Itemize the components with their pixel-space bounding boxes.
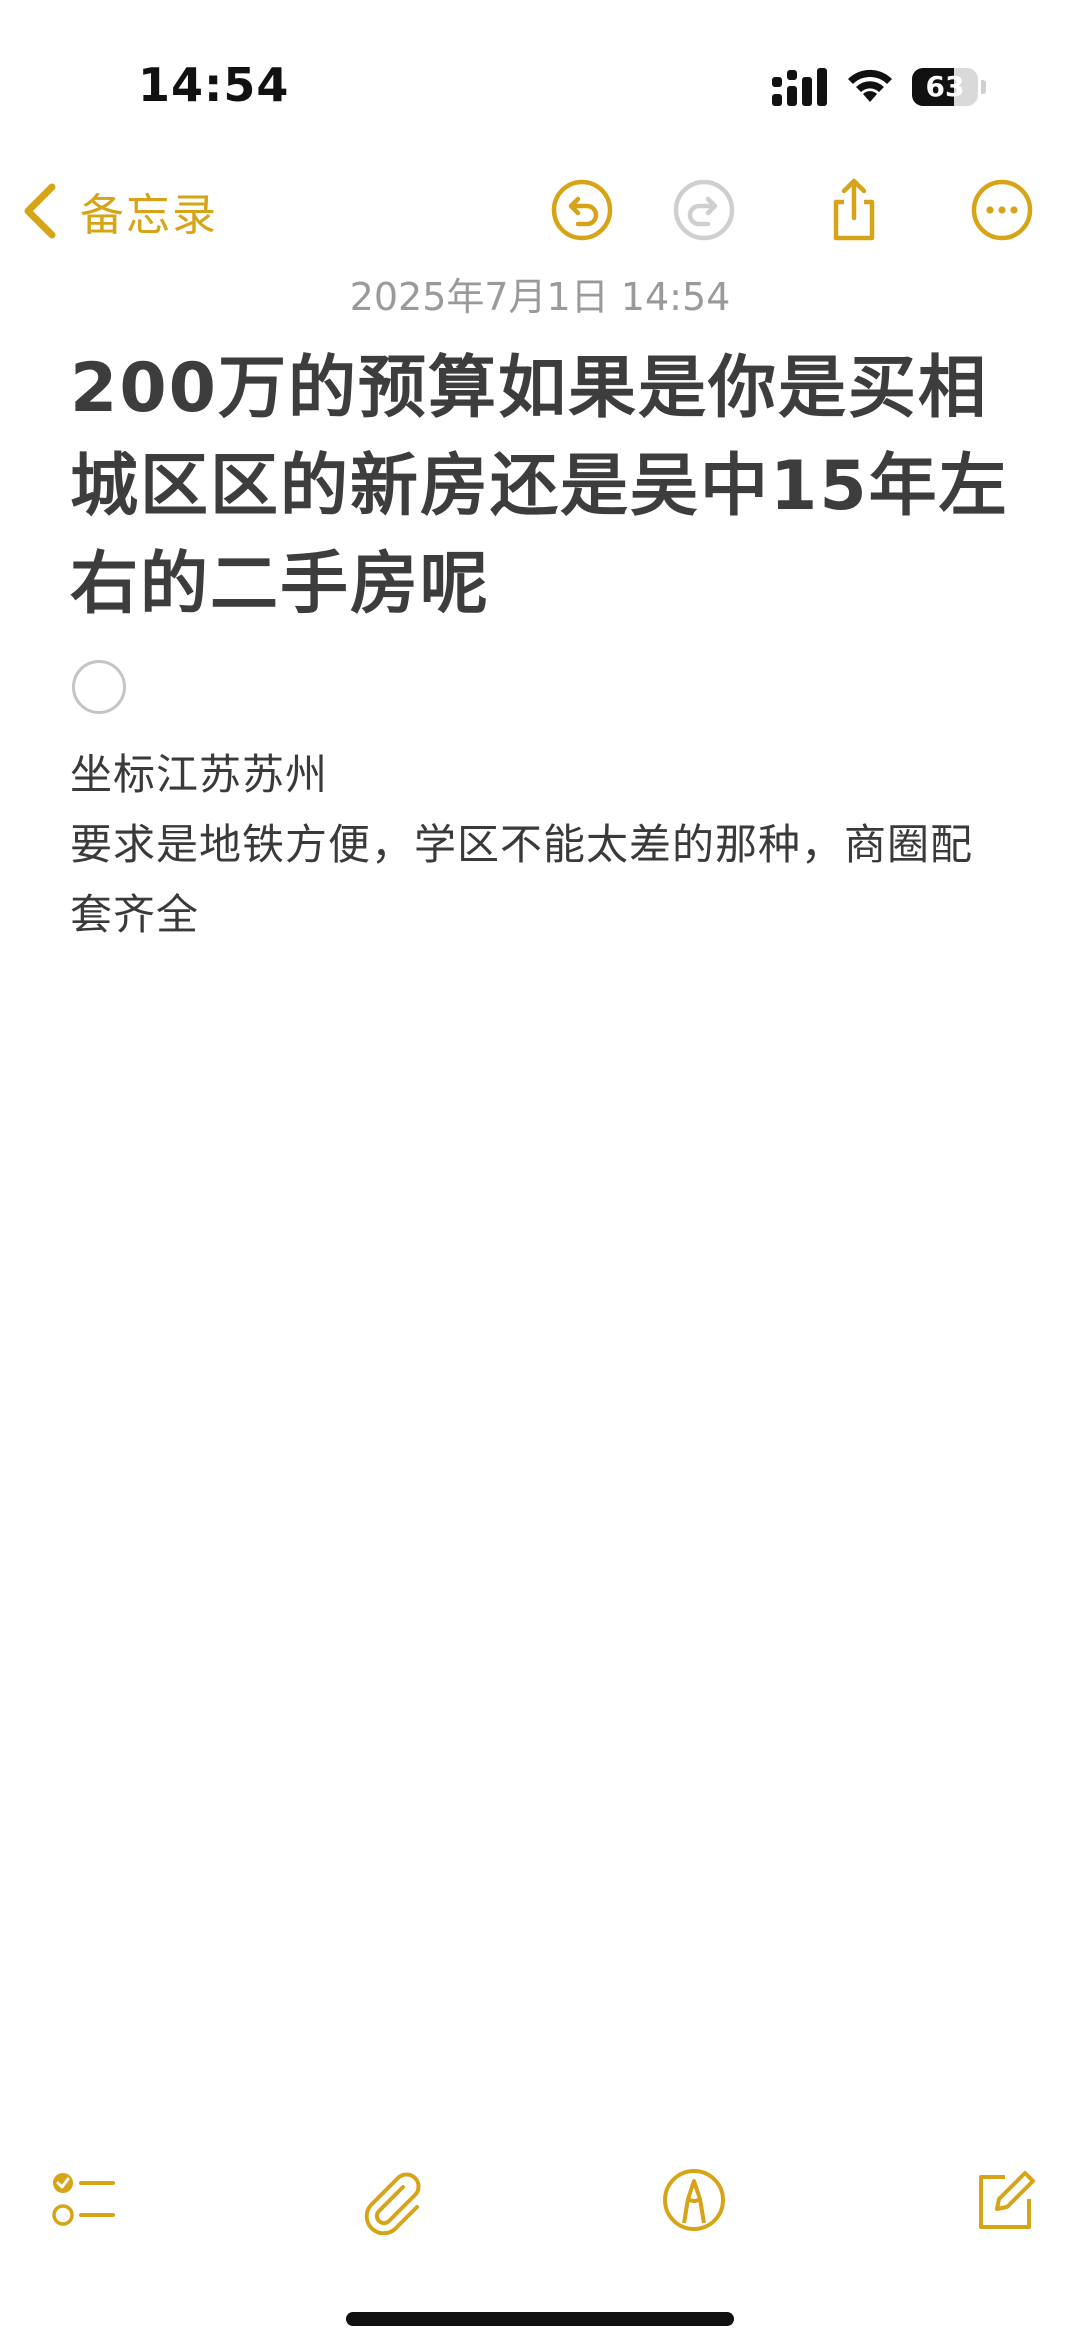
wifi-icon bbox=[848, 69, 892, 102]
note-title[interactable]: 200万的预算如果是你是买相城区区的新房还是吴中15年左右的二手房呢 bbox=[70, 340, 1010, 634]
more-button[interactable] bbox=[964, 170, 1040, 250]
markup-button[interactable] bbox=[654, 2160, 734, 2240]
home-indicator[interactable] bbox=[346, 2312, 734, 2326]
battery-indicator: 63 bbox=[912, 68, 988, 106]
checklist-checkbox[interactable] bbox=[72, 660, 126, 714]
compose-icon bbox=[979, 2171, 1035, 2229]
note-body-line: 要求是地铁方便，学区不能太差的那种，商圈配套齐全 bbox=[70, 820, 974, 939]
cellular-signal-icon bbox=[772, 68, 827, 106]
note-date: 2025年7月1日 14:54 bbox=[349, 275, 731, 319]
battery-cap bbox=[981, 80, 986, 94]
status-bar: 14:54 63 bbox=[0, 0, 1080, 170]
attachment-button[interactable] bbox=[352, 2160, 432, 2240]
redo-button[interactable] bbox=[666, 170, 742, 250]
more-icon bbox=[971, 179, 1033, 241]
note-body[interactable]: 坐标江苏苏州 要求是地铁方便，学区不能太差的那种，商圈配套齐全 bbox=[70, 740, 1010, 950]
status-time: 14:54 bbox=[138, 58, 290, 112]
paperclip-icon bbox=[364, 2172, 421, 2235]
checklist-button[interactable] bbox=[44, 2160, 124, 2240]
note-body-line: 坐标江苏苏州 bbox=[70, 750, 329, 799]
checklist-icon bbox=[52, 2173, 115, 2226]
back-button-label: 备忘录 bbox=[80, 190, 218, 241]
undo-button[interactable] bbox=[544, 170, 620, 250]
markup-pen-icon bbox=[663, 2169, 725, 2231]
back-button[interactable]: 备忘录 bbox=[18, 176, 218, 246]
compose-button[interactable] bbox=[964, 2160, 1044, 2240]
share-button[interactable] bbox=[816, 170, 892, 250]
battery-label: 63 bbox=[925, 70, 965, 103]
share-icon bbox=[833, 178, 875, 241]
undo-icon bbox=[551, 179, 613, 241]
redo-icon bbox=[673, 179, 735, 241]
battery-body: 63 bbox=[912, 68, 978, 106]
chevron-left-icon bbox=[24, 183, 56, 239]
